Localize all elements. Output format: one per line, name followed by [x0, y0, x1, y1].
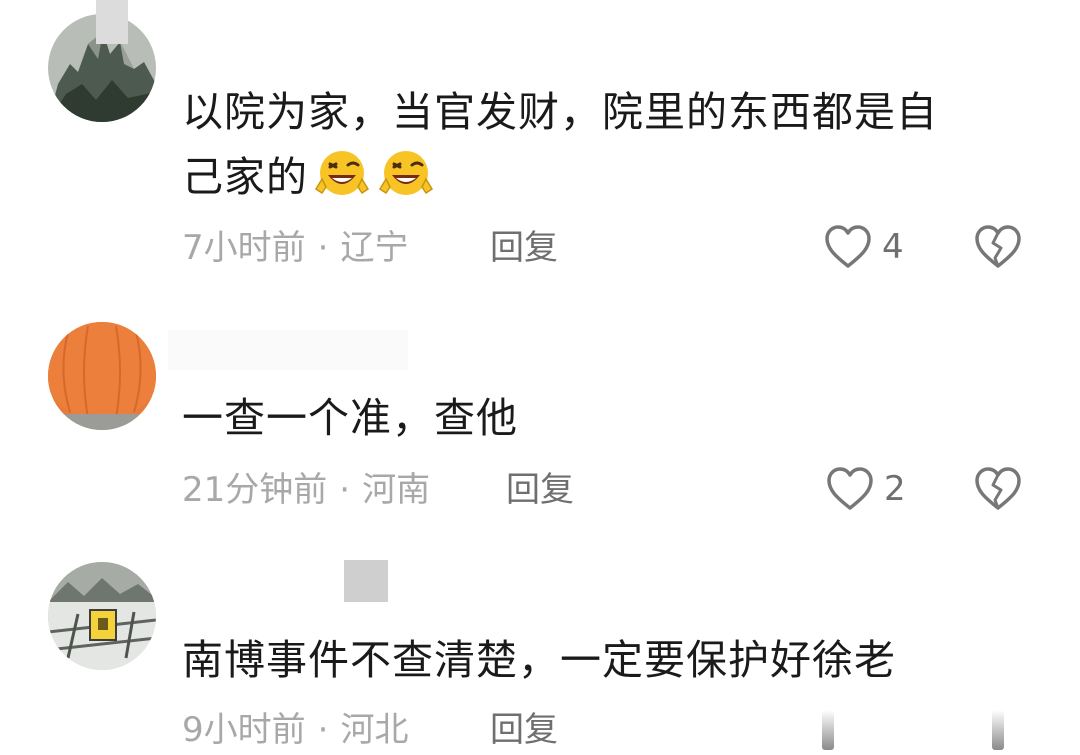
comment-text: 南博事件不查清楚，一定要保护好徐老: [182, 636, 896, 684]
username-redacted: [344, 560, 388, 602]
like-button[interactable]: 2: [826, 466, 906, 512]
avatar[interactable]: [48, 562, 156, 670]
dislike-button-partial[interactable]: [992, 710, 1004, 750]
comment-text: 以院为家，当官发财，院里的东西都是自 己家的: [182, 88, 938, 201]
dislike-button[interactable]: [974, 466, 1022, 516]
reply-button[interactable]: 回复: [490, 226, 558, 270]
like-count: 2: [884, 469, 906, 509]
timestamp: 9小时前: [182, 710, 306, 750]
dislike-button[interactable]: [974, 224, 1022, 274]
comment-text: 一查一个准，查他: [182, 394, 518, 442]
reply-button[interactable]: 回复: [490, 708, 558, 752]
heart-outline-icon: [825, 225, 871, 268]
location: 辽宁: [340, 228, 409, 268]
separator-dot: ·: [317, 228, 329, 268]
timestamp: 21分钟前: [182, 470, 328, 510]
comment-meta: 9小时前 · 河北: [182, 708, 408, 752]
like-count: 4: [882, 227, 904, 267]
separator-dot: ·: [317, 710, 329, 750]
broken-heart-icon: [975, 225, 1021, 268]
username-redacted: [168, 330, 408, 370]
heart-outline-icon: [827, 467, 873, 510]
comment-meta: 7小时前 · 辽宁: [182, 226, 408, 270]
comment-meta: 21分钟前 · 河南: [182, 468, 430, 512]
like-button[interactable]: 4: [824, 224, 904, 270]
timestamp: 7小时前: [182, 228, 306, 268]
location: 河北: [340, 710, 409, 750]
laughing-wink-emoji-icon: [376, 147, 436, 199]
laughing-wink-emoji-icon: [312, 147, 372, 199]
location: 河南: [362, 470, 431, 510]
like-button-partial[interactable]: [822, 710, 834, 750]
reply-button[interactable]: 回复: [506, 468, 574, 512]
username-redacted: [96, 0, 128, 44]
separator-dot: ·: [339, 470, 351, 510]
broken-heart-icon: [975, 467, 1021, 510]
avatar[interactable]: [48, 322, 156, 430]
